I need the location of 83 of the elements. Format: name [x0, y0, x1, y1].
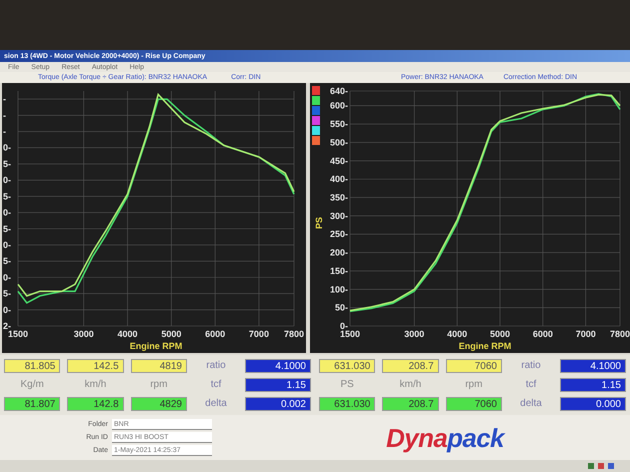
measured-value: 4819 [130, 358, 187, 373]
axis-tick-label: 450- [330, 156, 348, 166]
legend-swatch[interactable] [312, 116, 320, 125]
axis-tick-label: 1500 [340, 329, 360, 339]
axis-tick-label: 6000 [205, 329, 226, 339]
axis-tick-label: 7000 [248, 329, 269, 339]
axis-tick-label: 5000 [490, 329, 510, 339]
axis-tick-label: 5000 [161, 329, 182, 339]
parameter-value: 0.000 [560, 397, 626, 412]
parameter-value: 0.002 [244, 397, 311, 412]
axis-tick-label: 0- [3, 304, 12, 315]
axis-tick-label: 4000 [447, 329, 468, 339]
axis-tick-label: 400- [330, 174, 348, 184]
measured-value: 631.030 [319, 358, 376, 373]
axis-tick-label: 0- [3, 240, 12, 250]
parameter-label: tcf [210, 380, 222, 390]
parameter-label: tcf [524, 380, 538, 390]
measured-value: 7060 [446, 358, 502, 373]
axis-tick-label: 500- [330, 137, 348, 148]
measured-value: 81.805 [4, 358, 60, 373]
legend-swatch[interactable] [312, 126, 320, 135]
logo: Dynapack [386, 424, 504, 450]
axis-tick-label: 4000 [118, 329, 138, 339]
axis-tick-label: 300- [330, 210, 348, 221]
axis-tick-label: 50- [334, 302, 348, 313]
axis-tick-label: - [3, 110, 6, 120]
axis-tick-label: - [3, 94, 6, 104]
axis-tick-label: 640- [330, 86, 348, 96]
axis-tick-label: 150- [330, 266, 348, 276]
unit-label: Kg/m [19, 380, 45, 390]
axis-tick-label: 0- [3, 208, 12, 218]
axis-tick-label: 5- [3, 158, 12, 169]
parameter-label: delta [204, 399, 228, 410]
axis-tick-label: 1500 [8, 329, 28, 339]
unit-label: km/h [398, 380, 422, 390]
parameter-value: 4.1000 [560, 358, 626, 373]
parameter-value: 4.1000 [244, 358, 311, 373]
measured-value: 81.807 [4, 397, 60, 412]
measured-value: 208.7 [382, 397, 439, 412]
axis-tick-label: 200- [330, 248, 348, 258]
axis-tick-label: 0- [3, 272, 12, 282]
axis-tick-label: 0- [340, 321, 348, 331]
axis-tick-label: 7000 [576, 329, 596, 339]
axis-tick-label: 100- [330, 284, 348, 294]
measured-value: 631.030 [319, 397, 376, 412]
axis-tick-label: 7800 [610, 329, 630, 339]
unit-label: PS [339, 380, 355, 390]
axis-tick-label: 350- [330, 192, 348, 202]
axis-tick-label: 3000 [404, 329, 424, 339]
axis-tick-label: 550- [330, 119, 348, 130]
measured-value: 142.8 [67, 397, 124, 412]
measured-value: 4829 [130, 397, 187, 412]
axis-tick-label: 6000 [532, 329, 553, 339]
unit-label: km/h [84, 380, 108, 390]
axis-tick-label: 3000 [74, 329, 94, 339]
measured-value: 208.7 [382, 358, 439, 373]
parameter-label: delta [519, 399, 543, 410]
axis-tick-label: 7800 [284, 329, 304, 339]
axis-tick-label: 600- [330, 100, 348, 111]
legend-swatch[interactable] [312, 106, 320, 115]
axis-tick-label: 5- [3, 224, 12, 234]
legend-swatch[interactable] [312, 86, 320, 95]
parameter-value: 1.15 [244, 378, 311, 392]
parameter-label: ratio [205, 360, 227, 371]
axis-tick-label: 2- [3, 321, 12, 331]
axis-tick-label: 5- [3, 288, 12, 299]
axis-tick-label: 0- [3, 142, 12, 153]
axis-title: Engine RPM [458, 341, 512, 351]
axis-tick-label: 5- [3, 191, 12, 202]
axis-title: Engine RPM [130, 341, 182, 351]
legend-swatch[interactable] [312, 136, 320, 145]
legend-swatch[interactable] [312, 96, 320, 105]
unit-label: rpm [149, 380, 168, 390]
axis-tick-label: 250- [330, 229, 348, 240]
parameter-label: ratio [520, 360, 542, 371]
axis-title: PS [314, 217, 324, 229]
axis-tick-label: 5- [3, 256, 12, 266]
axis-tick-label: 0- [3, 175, 12, 186]
parameter-value: 1.15 [560, 378, 626, 392]
measured-value: 142.5 [67, 358, 124, 373]
unit-label: rpm [464, 380, 484, 390]
measured-value: 7060 [446, 397, 502, 412]
axis-tick-label: - [3, 126, 6, 137]
